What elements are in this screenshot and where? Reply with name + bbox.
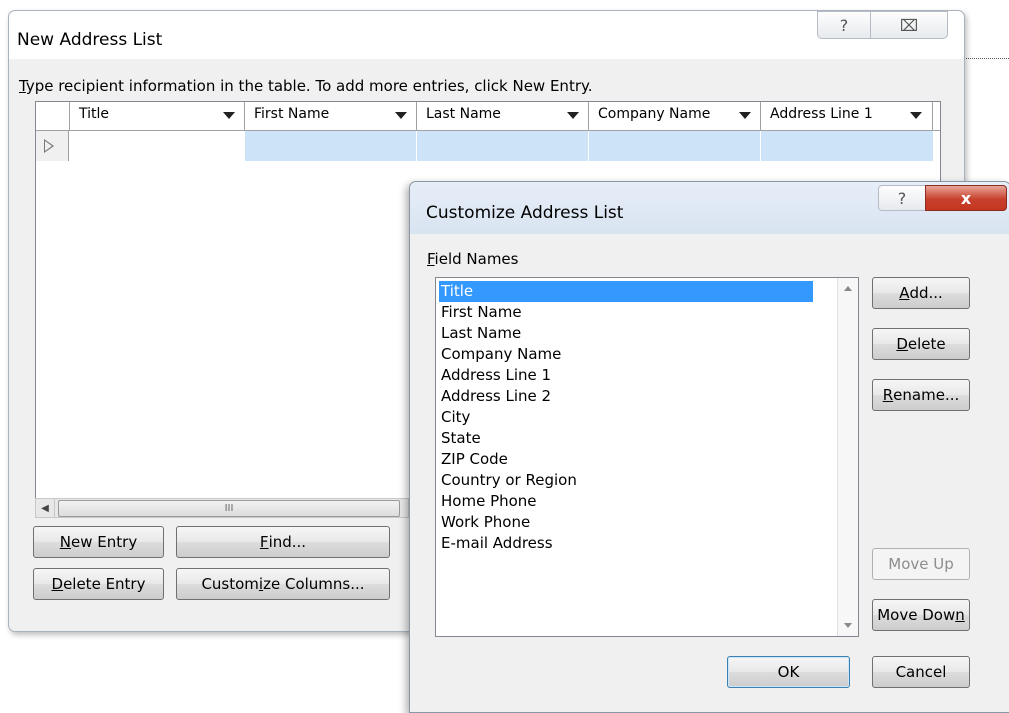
column-header-company-name[interactable]: Company Name <box>588 102 761 130</box>
instruction-rest: ype recipient information in the table. … <box>25 77 593 95</box>
button-label: ew Entry <box>71 533 138 551</box>
rename-button[interactable]: Rename... <box>872 379 970 411</box>
table-row[interactable] <box>36 131 940 161</box>
table-cell[interactable] <box>588 131 761 161</box>
scroll-up-icon[interactable] <box>844 286 852 291</box>
column-label: First Name <box>254 106 330 122</box>
access-key: n <box>955 606 965 624</box>
window-title: New Address List <box>17 30 163 50</box>
cancel-button[interactable]: Cancel <box>872 656 970 688</box>
list-item[interactable]: Work Phone <box>439 512 813 533</box>
instruction-text: Type recipient information in the table.… <box>19 77 593 95</box>
list-item[interactable]: ZIP Code <box>439 449 813 470</box>
new-entry-button[interactable]: New Entry <box>33 526 164 558</box>
table-cell[interactable] <box>416 131 589 161</box>
access-key: R <box>882 386 894 404</box>
label-text: ield Names <box>434 250 519 268</box>
customize-columns-button[interactable]: Custom i ze Columns... <box>176 568 390 600</box>
table-header: Title First Name Last Name Company Name … <box>36 102 940 131</box>
list-item[interactable]: First Name <box>439 302 813 323</box>
delete-entry-button[interactable]: Delete Entry <box>33 568 164 600</box>
button-label: Custom <box>201 575 259 593</box>
dropdown-arrow-icon[interactable] <box>395 112 407 119</box>
vertical-scrollbar[interactable] <box>837 278 858 636</box>
button-label: Move Dow <box>877 606 956 624</box>
scroll-down-icon[interactable] <box>844 623 852 628</box>
column-header-last-name[interactable]: Last Name <box>416 102 589 130</box>
row-header-corner <box>36 102 70 130</box>
arrow-inner <box>45 141 52 151</box>
access-key: A <box>899 284 910 302</box>
dropdown-arrow-icon[interactable] <box>223 112 235 119</box>
close-icon[interactable]: x <box>925 185 1007 211</box>
list-item[interactable]: Last Name <box>439 323 813 344</box>
button-label: elete Entry <box>63 575 146 593</box>
list-item[interactable]: Address Line 2 <box>439 386 813 407</box>
column-label: Last Name <box>426 106 501 122</box>
field-names-label: Field Names <box>427 250 518 268</box>
access-key: F <box>427 250 435 268</box>
access-key: N <box>59 533 72 551</box>
button-label: ind... <box>268 533 307 551</box>
instruction-access-key: T <box>19 77 26 95</box>
list-item[interactable]: Company Name <box>439 344 813 365</box>
scroll-thumb[interactable]: III <box>58 500 400 517</box>
button-label: ze Columns... <box>263 575 365 593</box>
column-label: Address Line 1 <box>770 106 873 122</box>
add-button[interactable]: Add... <box>872 277 970 309</box>
delete-button[interactable]: Delete <box>872 328 970 360</box>
title-bar: New Address List ? ⌧ <box>9 11 964 59</box>
button-label: ename... <box>893 386 960 404</box>
close-icon[interactable]: ⌧ <box>870 11 948 39</box>
dropdown-arrow-icon[interactable] <box>910 112 922 119</box>
move-down-button[interactable]: Move Dow n <box>872 599 970 631</box>
scroll-left-icon[interactable]: ◀ <box>36 499 55 517</box>
access-key: D <box>51 575 64 593</box>
button-label: elete <box>907 335 946 353</box>
field-names-list[interactable]: Title First Name Last Name Company Name … <box>435 277 859 637</box>
title-bar: Customize Address List ? x <box>410 182 1009 234</box>
dropdown-arrow-icon[interactable] <box>739 112 751 119</box>
row-selector[interactable] <box>36 131 69 161</box>
dialog-title: Customize Address List <box>426 203 624 223</box>
help-icon[interactable]: ? <box>878 185 926 211</box>
list-item[interactable]: State <box>439 428 813 449</box>
list-item[interactable]: Country or Region <box>439 470 813 491</box>
table-cell[interactable] <box>760 131 933 161</box>
ok-button[interactable]: OK <box>727 656 850 688</box>
column-label: Company Name <box>598 106 711 122</box>
list-item[interactable]: E-mail Address <box>439 533 813 554</box>
column-header-title[interactable]: Title <box>69 102 245 130</box>
move-up-button[interactable]: Move Up <box>872 548 970 580</box>
list-item[interactable]: Title <box>439 281 813 302</box>
table-cell[interactable] <box>244 131 417 161</box>
list-item[interactable]: Home Phone <box>439 491 813 512</box>
find-button[interactable]: Find... <box>176 526 390 558</box>
button-label: dd... <box>909 284 943 302</box>
horizontal-scrollbar[interactable]: ◀ III <box>35 498 409 518</box>
column-label: Title <box>79 106 110 122</box>
column-header-address-line-1[interactable]: Address Line 1 <box>760 102 933 130</box>
access-key: D <box>896 335 908 353</box>
column-header-first-name[interactable]: First Name <box>244 102 417 130</box>
list-item[interactable]: City <box>439 407 813 428</box>
list-item[interactable]: Address Line 1 <box>439 365 813 386</box>
help-icon[interactable]: ? <box>817 11 871 39</box>
customize-address-list-dialog: Customize Address List ? x Field Names T… <box>409 181 1009 713</box>
access-key: F <box>259 533 269 551</box>
dropdown-arrow-icon[interactable] <box>567 112 579 119</box>
